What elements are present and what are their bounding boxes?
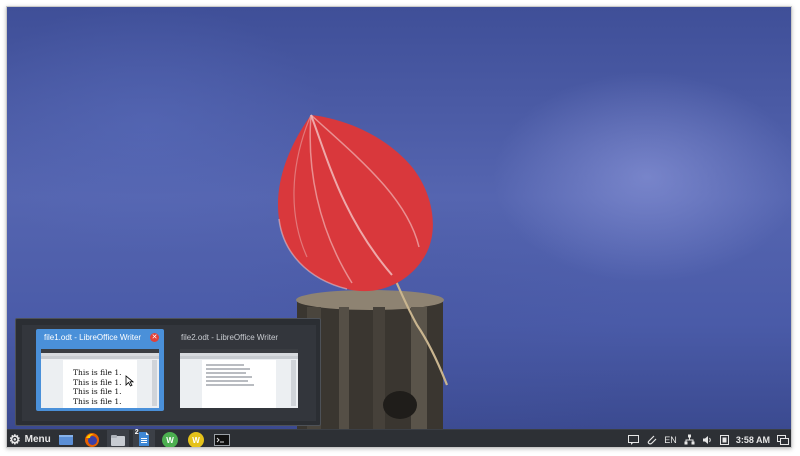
keyboard-language[interactable]: EN	[664, 435, 677, 445]
svg-text:W: W	[192, 436, 200, 445]
wps-presentation-icon: W	[187, 431, 204, 447]
wps-writer-launcher[interactable]: W	[159, 430, 181, 447]
notes-tray-icon[interactable]	[628, 434, 640, 445]
menu-label: Menu	[24, 434, 51, 445]
network-icon[interactable]	[684, 434, 695, 445]
window-preview: This is file 1. This is file 1. This is …	[41, 349, 159, 408]
document-page	[202, 360, 276, 408]
taskbar: ⚙ Menu 2 W W EN 3:58 AM	[7, 428, 791, 448]
svg-text:W: W	[166, 436, 174, 445]
window-thumbnail-file2[interactable]: file2.odt - LibreOffice Writer	[175, 329, 303, 411]
document-line: This is file 1.	[73, 377, 122, 387]
firefox-launcher[interactable]	[81, 430, 103, 448]
desktop-wallpaper: file1.odt - LibreOffice Writer ✕ This is…	[7, 7, 791, 429]
libreoffice-writer-launcher[interactable]: 2	[132, 428, 155, 447]
window-thumbnail-file1[interactable]: file1.odt - LibreOffice Writer ✕ This is…	[36, 329, 164, 411]
file-manager-icon	[110, 434, 125, 446]
libreoffice-writer-icon	[138, 431, 149, 446]
terminal-launcher[interactable]	[211, 430, 233, 448]
show-desktop-button[interactable]	[55, 430, 77, 448]
window-count-badge: 2	[134, 428, 139, 436]
paperclip-icon[interactable]	[646, 434, 657, 445]
screen: file1.odt - LibreOffice Writer ✕ This is…	[6, 6, 792, 448]
system-tray: EN 3:58 AM	[621, 430, 791, 448]
document-line: This is file 1.	[73, 396, 122, 406]
battery-icon[interactable]	[719, 434, 729, 445]
volume-icon[interactable]	[702, 435, 713, 445]
mouse-cursor-icon	[125, 375, 134, 387]
file-manager-launcher[interactable]	[106, 429, 129, 447]
wps-writer-icon: W	[161, 431, 178, 447]
window-preview	[180, 349, 298, 408]
close-icon[interactable]: ✕	[150, 333, 159, 342]
window-switcher: file1.odt - LibreOffice Writer ✕ This is…	[15, 318, 321, 426]
terminal-icon	[213, 433, 230, 446]
clock[interactable]: 3:58 AM	[736, 435, 770, 445]
document-line: This is file 1.	[73, 387, 122, 396]
window-title: file1.odt - LibreOffice Writer	[44, 333, 142, 342]
wps-presentation-launcher[interactable]: W	[185, 430, 207, 447]
firefox-icon	[84, 432, 99, 447]
window-title: file2.odt - LibreOffice Writer	[181, 333, 279, 342]
show-desktop-icon	[58, 434, 73, 445]
menu-button[interactable]: ⚙ Menu	[7, 430, 55, 448]
gear-icon: ⚙	[9, 432, 21, 447]
document-line: This is file 1.	[73, 368, 122, 377]
notifications-icon[interactable]	[777, 434, 789, 445]
